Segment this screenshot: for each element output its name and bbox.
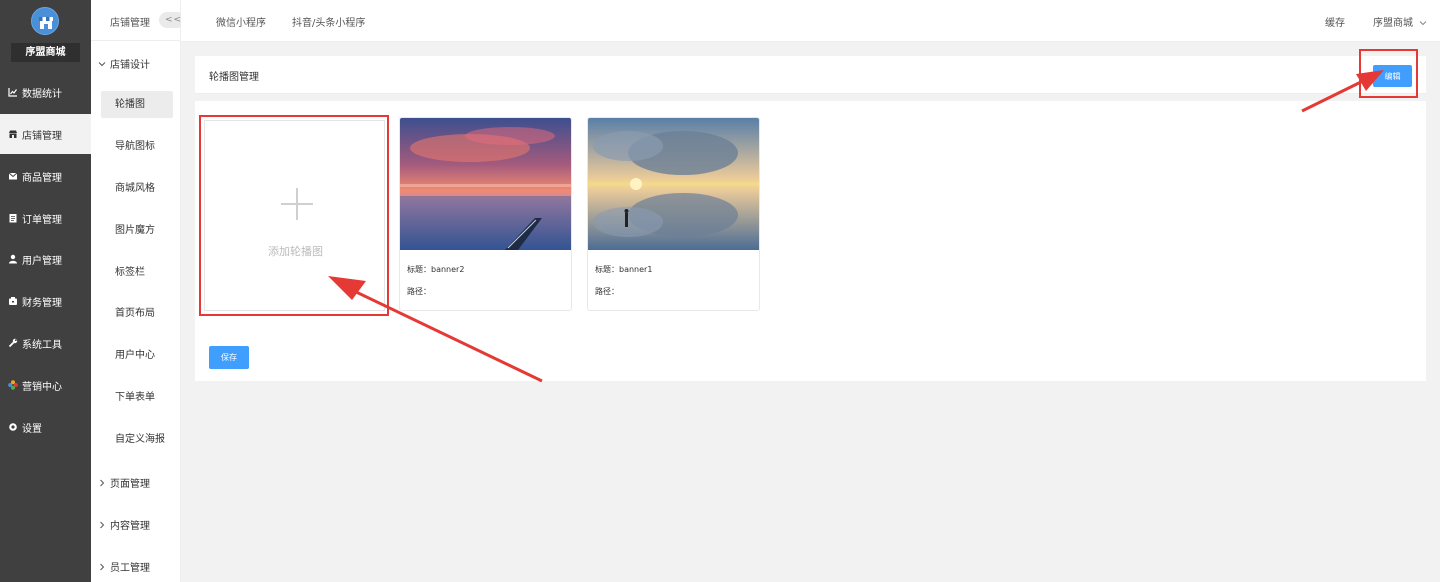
subnav-group-store-design[interactable]: 店铺设计 (98, 56, 150, 71)
tab-douyin-miniprogram[interactable]: 抖音/头条小程序 (292, 14, 365, 29)
sidebar-item-label: 设置 (22, 423, 42, 435)
sidebar-item-label: 店铺管理 (22, 130, 62, 142)
banner-image-sunset-lake-boat (400, 118, 571, 250)
user-icon (8, 254, 18, 264)
store-logo-icon (31, 7, 59, 35)
subnav-group-label: 内容管理 (110, 521, 150, 532)
document-icon (8, 213, 18, 223)
marketing-icon (8, 380, 18, 390)
subnav-group-label: 店铺设计 (110, 60, 150, 71)
banner-path: 路径： (407, 287, 431, 296)
wrench-icon (8, 338, 18, 348)
subnav-group-staff-management[interactable]: 员工管理 (98, 559, 150, 574)
tab-wechat-miniprogram[interactable]: 微信小程序 (216, 14, 266, 29)
banner-card[interactable]: 标题：banner2 路径： (399, 117, 572, 311)
subnav-group-label: 员工管理 (110, 563, 150, 574)
subnav-item-user-center[interactable]: 用户中心 (101, 342, 173, 369)
banner-image-cloud-reflection-person (588, 118, 759, 250)
gear-icon (8, 422, 18, 432)
store-switcher-label: 序盟商城 (1373, 18, 1413, 29)
sidebar-item-label: 数据统计 (22, 88, 62, 100)
cache-button[interactable]: 缓存 (1325, 14, 1345, 29)
subnav-item-tab-bar[interactable]: 标签栏 (101, 259, 173, 286)
highlight-box-edit (1359, 49, 1418, 98)
banner-card[interactable]: 标题：banner1 路径： (587, 117, 760, 311)
sidebar-item-system-tools[interactable]: 系统工具 (0, 323, 91, 363)
sidebar-item-label: 商品管理 (22, 172, 62, 184)
save-button[interactable]: 保存 (209, 346, 249, 369)
banner-title: 标题：banner1 (595, 265, 653, 274)
main-sidebar: 序盟商城 数据统计 店铺管理 商品管理 订单管理 用户管理 财务管理 系统工具 … (0, 0, 91, 582)
brand-name: 序盟商城 (11, 43, 80, 62)
chevron-down-icon (98, 60, 106, 68)
sidebar-item-label: 系统工具 (22, 339, 62, 351)
wallet-icon (8, 296, 18, 306)
subnav-group-label: 页面管理 (110, 479, 150, 490)
sidebar-item-finance[interactable]: 财务管理 (0, 281, 91, 321)
highlight-box-add-carousel (199, 115, 389, 316)
sidebar-item-label: 用户管理 (22, 255, 62, 267)
chevron-right-icon (98, 521, 106, 529)
sidebar-item-products[interactable]: 商品管理 (0, 156, 91, 196)
sidebar-item-marketing[interactable]: 营销中心 (0, 365, 91, 405)
sidebar-item-users[interactable]: 用户管理 (0, 239, 91, 279)
secondary-sidebar: 店铺管理 店铺设计 轮播图 导航图标 商城风格 图片魔方 标签栏 首页布局 用户… (91, 0, 181, 582)
sidebar-item-settings[interactable]: 设置 (0, 407, 91, 447)
banner-title: 标题：banner2 (407, 265, 465, 274)
sidebar-item-label: 财务管理 (22, 297, 62, 309)
subnav-item-order-form[interactable]: 下单表单 (101, 384, 173, 411)
sidebar-item-label: 营销中心 (22, 381, 62, 393)
store-switcher[interactable]: 序盟商城 (1373, 14, 1427, 29)
sidebar-item-orders[interactable]: 订单管理 (0, 198, 91, 238)
page-title: 轮播图管理 (209, 72, 259, 83)
store-icon (8, 129, 18, 139)
sidebar-item-data-stats[interactable]: 数据统计 (0, 72, 91, 112)
subnav-group-content-management[interactable]: 内容管理 (98, 517, 150, 532)
mail-icon (8, 171, 18, 181)
chart-line-icon (8, 87, 18, 97)
subnav-item-home-layout[interactable]: 首页布局 (101, 300, 173, 327)
subnav-item-carousel[interactable]: 轮播图 (101, 91, 173, 118)
subnav-item-nav-icons[interactable]: 导航图标 (101, 133, 173, 160)
chevron-down-icon (1419, 19, 1427, 27)
banner-path: 路径： (595, 287, 619, 296)
subnav-item-custom-poster[interactable]: 自定义海报 (101, 426, 173, 453)
subnav-item-mall-style[interactable]: 商城风格 (101, 175, 173, 202)
secondary-sidebar-title: 店铺管理 (110, 18, 150, 29)
subnav-group-page-management[interactable]: 页面管理 (98, 475, 150, 490)
sidebar-item-label: 订单管理 (22, 214, 62, 226)
top-header: 微信小程序 抖音/头条小程序 缓存 序盟商城 (181, 0, 1440, 42)
sidebar-item-store[interactable]: 店铺管理 (0, 114, 91, 154)
chevron-right-icon (98, 563, 106, 571)
chevron-right-icon (98, 479, 106, 487)
subnav-item-image-cube[interactable]: 图片魔方 (101, 217, 173, 244)
carousel-card-header: 轮播图管理 编辑 (195, 56, 1426, 94)
